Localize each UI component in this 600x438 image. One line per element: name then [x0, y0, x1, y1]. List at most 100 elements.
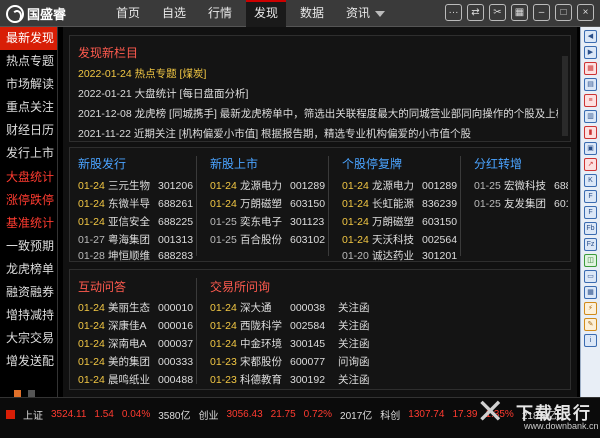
fz-icon[interactable]: Fz	[584, 238, 597, 251]
info-icon[interactable]: i	[584, 334, 597, 347]
list-item[interactable]: 01-28 坤恒顺维 688283	[78, 248, 193, 263]
row-date: 01-24	[210, 302, 237, 314]
nav-market[interactable]: 行情	[200, 0, 240, 27]
f-icon[interactable]: F	[584, 206, 597, 219]
sidebar-item-block-trade[interactable]: 大宗交易	[0, 327, 57, 350]
nav-dropdown-icon[interactable]	[375, 11, 385, 17]
news-item[interactable]: 2022-01-21 大盘统计 [每日盘面分析]	[78, 86, 558, 101]
col-title-new-issue[interactable]: 新股发行	[78, 155, 126, 172]
sidebar-item-focus[interactable]: 重点关注	[0, 96, 57, 119]
sidebar-item-placement[interactable]: 增发送配	[0, 350, 57, 373]
col-title-suspension[interactable]: 个股停复牌	[342, 155, 402, 172]
nav-discover[interactable]: 发现	[246, 0, 286, 27]
sidebar-item-limit[interactable]: 涨停跌停	[0, 189, 57, 212]
sidebar-item-consensus[interactable]: 一致预期	[0, 235, 57, 258]
sidebar-item-ipo[interactable]: 发行上市	[0, 142, 57, 165]
sidebar-item-market-analysis[interactable]: 市场解读	[0, 73, 57, 96]
trend-icon[interactable]: ↗	[584, 158, 597, 171]
grid-icon[interactable]: ▦	[584, 62, 597, 75]
news-date: 2022-01-24	[78, 68, 132, 80]
pen-icon[interactable]: ✎	[584, 318, 597, 331]
list-item[interactable]: 01-25友发集团 6016	[474, 196, 568, 211]
compare-icon[interactable]: ◫	[584, 254, 597, 267]
chart-icon[interactable]: ▤	[584, 78, 597, 91]
col-title-new-listing[interactable]: 新股上市	[210, 155, 258, 172]
pager-dot[interactable]	[14, 390, 21, 397]
list-item[interactable]: 01-24 西陇科学 002584 关注函	[210, 318, 370, 333]
stats-icon[interactable]: ▣	[584, 142, 597, 155]
chat-icon[interactable]: ···	[445, 4, 462, 21]
arrow-right-icon[interactable]: ▶	[584, 46, 597, 59]
nav-data[interactable]: 数据	[292, 0, 332, 27]
sidebar-item-dragon-tiger[interactable]: 龙虎榜单	[0, 258, 57, 281]
list-item[interactable]: 01-24 美丽生态 000010	[78, 300, 193, 315]
col-title-qa[interactable]: 互动问答	[78, 278, 126, 295]
index-label[interactable]: 上证	[23, 407, 43, 422]
image-icon[interactable]: ▦	[511, 4, 528, 21]
list-item[interactable]: 01-24 深康佳A 000016	[78, 318, 193, 333]
arrow-left-icon[interactable]: ◀	[584, 30, 597, 43]
news-date: 2022-01-21	[78, 88, 132, 100]
scissors-icon[interactable]: ✂	[489, 4, 506, 21]
list-item[interactable]: 01-23 宋都股份 600077 问询函	[210, 354, 370, 369]
list-item[interactable]: 01-24 东微半导 688261	[78, 196, 193, 211]
news-item[interactable]: 2021-11-22 近期关注 [机构偏爱小市值] 根据报告期，精选专业机构偏爱…	[78, 126, 558, 141]
col-title-exchange-inquiry[interactable]: 交易所问询	[210, 278, 270, 295]
list-item[interactable]: 01-24 万朗磁塑 603150	[342, 214, 457, 229]
swap-icon[interactable]: ⇄	[467, 4, 484, 21]
news-panel: 发现新栏目 2022-01-24 热点专题 [煤炭] 2022-01-21 大盘…	[69, 35, 571, 142]
news-item[interactable]: 2022-01-24 热点专题 [煤炭]	[78, 66, 558, 81]
bars-icon[interactable]: ▮	[584, 126, 597, 139]
list-item[interactable]: 01-25宏微科技 6887	[474, 178, 568, 193]
list-item[interactable]: 01-23 科德教育 300192 关注函	[210, 372, 370, 387]
k-icon[interactable]: K	[584, 174, 597, 187]
list-item[interactable]: 01-24 天沃科技 002564	[342, 232, 457, 247]
list-item[interactable]: 01-24 龙源电力 001289	[210, 178, 325, 193]
app-logo[interactable]: 国盛睿	[6, 4, 66, 23]
bolt-icon[interactable]: ⚡	[584, 302, 597, 315]
sidebar-item-holdings[interactable]: 增持减持	[0, 304, 57, 327]
fb-icon[interactable]: Fb	[584, 222, 597, 235]
list-icon[interactable]: ≡	[584, 94, 597, 107]
sidebar-item-hot-topics[interactable]: 热点专题	[0, 50, 57, 73]
list-item[interactable]: 01-25 奕东电子 301123	[210, 214, 324, 229]
list-item[interactable]: 01-24 深南电A 000037	[78, 336, 193, 351]
news-scrollbar[interactable]	[562, 56, 568, 136]
index-label[interactable]: 科创	[380, 407, 400, 422]
sidebar-item-margin[interactable]: 融资融券	[0, 281, 57, 304]
list-item[interactable]: 01-24 美的集团 000333	[78, 354, 193, 369]
nav-news[interactable]: 资讯	[338, 0, 378, 27]
col-title-dividend[interactable]: 分红转增	[474, 155, 522, 172]
calendar-icon[interactable]: ▦	[584, 286, 597, 299]
list-item[interactable]: 01-24 三元生物 301206	[78, 178, 193, 193]
news-item[interactable]: 2021-12-08 龙虎榜 [同城携手] 最新龙虎榜单中，筛选出关联程度最大的…	[78, 106, 558, 121]
nav-watchlist[interactable]: 自选	[154, 0, 194, 27]
doc-icon[interactable]: ▭	[584, 270, 597, 283]
list-item[interactable]: 01-24 长虹能源 836239	[342, 196, 457, 211]
sidebar-item-calendar[interactable]: 财经日历	[0, 119, 57, 142]
list-item[interactable]: 01-20 诚达药业 301201	[342, 248, 457, 263]
row-code: 000010	[158, 302, 194, 314]
row-code: 301206	[158, 180, 194, 192]
list-item[interactable]: 01-24 晨鸣纸业 000488	[78, 372, 193, 387]
list-item[interactable]: 01-25 百合股份 603102	[210, 232, 325, 247]
close-icon[interactable]: ×	[577, 4, 594, 21]
nav-home[interactable]: 首页	[108, 0, 148, 27]
pager-dot[interactable]	[28, 390, 35, 397]
main-content: 发现新栏目 2022-01-24 热点专题 [煤炭] 2022-01-21 大盘…	[63, 27, 577, 397]
table-icon[interactable]: ▥	[584, 110, 597, 123]
list-item[interactable]: 01-27 粤海集团 001313	[78, 232, 193, 247]
row-date: 01-24	[78, 356, 105, 368]
minimize-icon[interactable]: –	[533, 4, 550, 21]
sidebar-item-latest[interactable]: 最新发现	[0, 27, 57, 51]
index-label[interactable]: 创业	[198, 407, 218, 422]
list-item[interactable]: 01-24 深大通 000038 关注函	[210, 300, 370, 315]
sidebar-item-market-stats[interactable]: 大盘统计	[0, 166, 57, 189]
sidebar-item-benchmark[interactable]: 基准统计	[0, 212, 57, 235]
list-item[interactable]: 01-24 中金环境 300145 关注函	[210, 336, 370, 351]
list-item[interactable]: 01-24 万朗磁塑 603150	[210, 196, 325, 211]
f10-icon[interactable]: F	[584, 190, 597, 203]
list-item[interactable]: 01-24 龙源电力 001289	[342, 178, 457, 193]
list-item[interactable]: 01-24 亚信安全 688225	[78, 214, 193, 229]
maximize-icon[interactable]: □	[555, 4, 572, 21]
